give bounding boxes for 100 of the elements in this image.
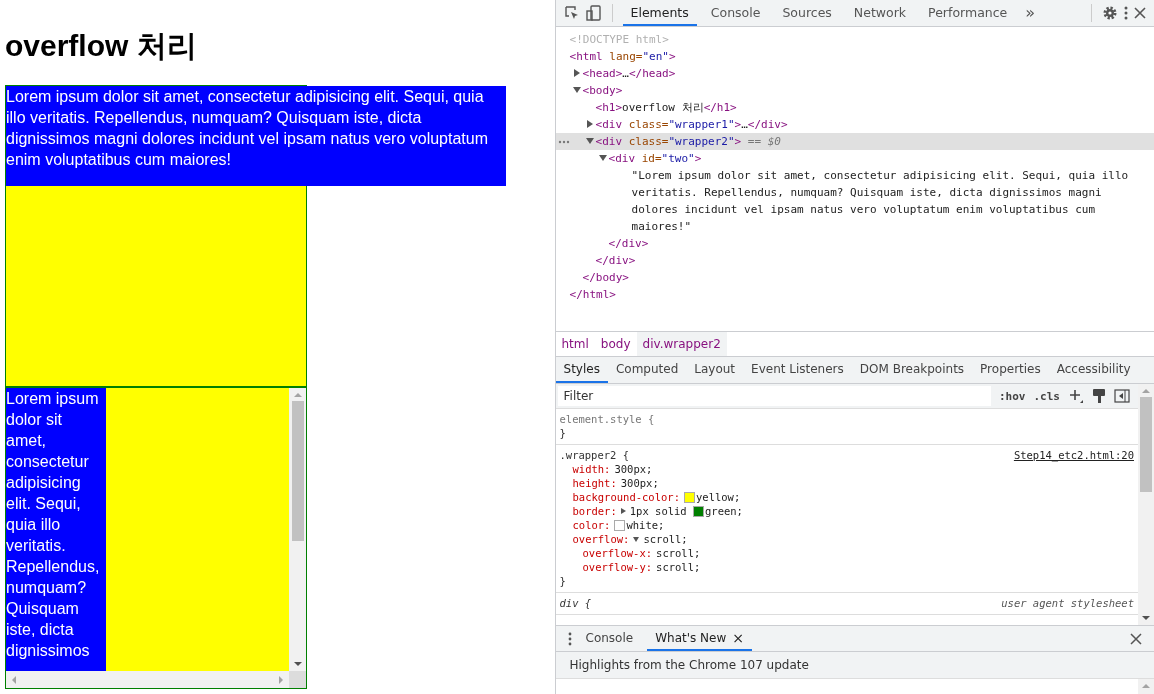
close-tab-button[interactable]: × (732, 629, 744, 646)
more-options-icon[interactable] (1124, 6, 1128, 20)
dom-node-text: "Lorem ipsum dolor sit amet, consectetur adipisicing elit. Sequi, quia illo veritatis. Repellendus, numquam? Quisquam iste, dicta dignissimos magni dolores incidunt vel ipsam natus vero voluptatum enim voluptatibus cum maiores!" (630, 168, 1130, 235)
source-link[interactable]: Step14_etc2.html:20 (1013, 448, 1134, 462)
dom-tree-row[interactable]: <div id="two"> (555, 150, 1154, 167)
expand-arrow-icon[interactable] (598, 155, 607, 161)
css-value: white; (626, 518, 665, 532)
narrow-text: Lorem ipsum dolor sit amet, consectetur adipisicing elit. Sequi, quia illo veritatis. Repellendus, numquam? Quisquam iste, dicta dignissimos (6, 388, 106, 671)
plus-icon[interactable] (1068, 388, 1084, 404)
css-property: overflow-x: (582, 546, 653, 560)
dom-tree-row[interactable]: <body> (555, 82, 1154, 99)
dom-tree-row[interactable]: </html> (555, 286, 1154, 303)
css-value: yellow; (696, 490, 741, 504)
sidebar-toggle-icon[interactable] (1114, 389, 1130, 403)
close-icon[interactable] (1134, 7, 1146, 19)
scroll-down-icon[interactable] (1142, 616, 1150, 620)
dom-tree-row[interactable]: </body> (555, 269, 1154, 286)
dom-node-text: <html lang="en"> (569, 49, 676, 65)
dom-tree-row[interactable]: <div class="wrapper2"> == $0 (555, 133, 1154, 150)
dom-node-text: </body> (582, 270, 629, 286)
dom-node-text: </html> (569, 287, 616, 303)
css-selector: .wrapper2 { (559, 448, 630, 462)
css-property: height: (572, 476, 617, 490)
page-heading: overflow 처리 (5, 28, 198, 64)
color-swatch[interactable] (614, 519, 626, 531)
dom-node-text: <!DOCTYPE html> (569, 32, 669, 48)
color-swatch[interactable] (693, 505, 704, 517)
panel-tab[interactable]: Sources (774, 0, 840, 26)
css-value: 300px; (620, 476, 659, 490)
toggle-button[interactable]: :hov (999, 389, 1026, 403)
dom-tree-row[interactable]: <head>…</head> (555, 65, 1154, 82)
css-property: overflow-y: (582, 560, 653, 574)
dom-tree-row[interactable]: <h1>overflow 처리</h1> (555, 99, 1154, 116)
expand-arrow-icon[interactable] (585, 138, 594, 144)
drawer-tab-label[interactable]: Console (585, 630, 634, 645)
vertical-scrollbar[interactable] (1138, 384, 1154, 625)
color-swatch[interactable] (684, 491, 695, 503)
more-icon[interactable] (557, 140, 570, 144)
filter-field[interactable]: Filter (557, 386, 991, 406)
toggle-button[interactable]: .cls (1033, 389, 1060, 403)
css-value: scroll; (656, 560, 701, 574)
expand-arrow-icon[interactable] (620, 508, 626, 514)
css-value: 1px solid (629, 504, 688, 518)
more-options-icon[interactable] (567, 631, 572, 646)
scroll-down-icon[interactable] (293, 662, 302, 666)
expand-arrow-icon[interactable] (633, 536, 640, 542)
vertical-scrollbar[interactable] (1138, 679, 1154, 694)
dom-node-text: </div> (595, 253, 636, 269)
css-property: color: (572, 518, 611, 532)
css-value: green; (705, 504, 743, 518)
dom-node-text: <head>…</head> (582, 66, 676, 82)
breadcrumb[interactable]: body (594, 332, 637, 356)
dom-node-text: <body> (582, 83, 623, 99)
dom-tree-row[interactable]: </div> (555, 235, 1154, 252)
css-brace: } (559, 426, 567, 440)
styles-tab[interactable]: Layout (686, 357, 744, 383)
panel-tab[interactable]: Console (702, 0, 769, 26)
drawer-tab[interactable]: Console (577, 626, 642, 651)
scroll-thumb[interactable] (291, 401, 304, 541)
breadcrumb[interactable]: div.wrapper2 (636, 332, 727, 356)
css-property: border: (572, 504, 617, 518)
css-selector: div { (559, 596, 592, 610)
css-property: width: (572, 462, 611, 476)
expand-arrow-icon[interactable] (573, 69, 580, 77)
drawer-tab-label[interactable]: What's New (655, 630, 727, 645)
overflowing-text: Lorem ipsum dolor sit amet, consectetur adipisicing elit. Sequi, quia illo veritatis. Repellendus, numquam? Quisquam iste, dicta dignissimos magni dolores incidunt vel ipsam natus vero voluptatum enim voluptatibus cum maiores! (6, 86, 506, 186)
inspect-icon[interactable] (563, 5, 580, 21)
styles-tab[interactable]: DOM Breakpoints (851, 357, 973, 383)
styles-tab[interactable]: Computed (607, 357, 687, 383)
styles-tab[interactable]: Properties (972, 357, 1049, 383)
dom-node-text: <div id="two"> (608, 151, 702, 167)
css-property: overflow: (572, 532, 630, 546)
more-tabs-button[interactable]: » (1021, 0, 1040, 26)
close-icon[interactable] (1130, 632, 1142, 645)
css-value: scroll; (656, 546, 701, 560)
panel-tab[interactable]: Network (845, 0, 915, 26)
css-value: 300px; (614, 462, 653, 476)
panel-tab[interactable]: Elements (622, 0, 697, 26)
dom-node-text: <div class="wrapper2"> == $0 (595, 134, 781, 150)
scrollbar-corner (289, 671, 306, 688)
device-icon[interactable] (585, 5, 602, 21)
panel-tab[interactable]: Performance (920, 0, 1016, 26)
expand-arrow-icon[interactable] (572, 87, 581, 93)
css-selector: element.style { (559, 412, 655, 426)
styles-tab[interactable]: Event Listeners (743, 357, 852, 383)
css-value: scroll; (643, 532, 688, 546)
dom-node-text: <div class="wrapper1">…</div> (595, 117, 788, 133)
source-label: user agent stylesheet (1001, 596, 1134, 610)
vertical-scrollbar[interactable] (289, 388, 306, 671)
whats-new-headline: Highlights from the Chrome 107 update (555, 652, 1154, 679)
dom-node-text: </div> (608, 236, 649, 252)
css-property: background-color: (572, 490, 680, 504)
css-brace: } (559, 574, 567, 588)
dom-tree-row[interactable]: </div> (555, 252, 1154, 269)
paint-roller-icon[interactable] (1092, 388, 1106, 404)
dom-tree-row[interactable]: <html lang="en"> (555, 48, 1154, 65)
scroll-thumb[interactable] (1140, 397, 1152, 492)
breadcrumb[interactable]: html (555, 332, 595, 356)
settings-icon[interactable] (1102, 5, 1118, 21)
styles-tab[interactable]: Accessibility (1048, 357, 1139, 383)
